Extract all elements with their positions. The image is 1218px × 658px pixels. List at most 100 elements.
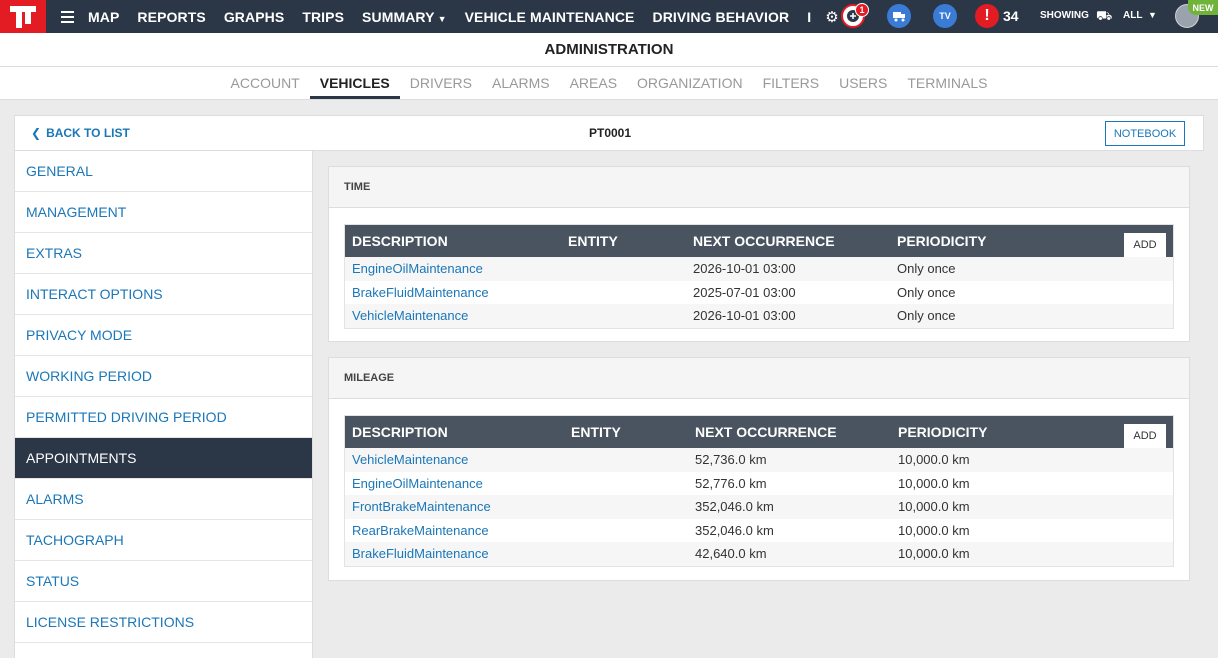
tab-organization[interactable]: ORGANIZATION (627, 67, 753, 99)
row-description[interactable]: EngineOilMaintenance (352, 261, 483, 276)
new-badge: NEW (1188, 0, 1218, 15)
showing-filter-value[interactable]: ALL (1123, 10, 1142, 21)
col-description: DESCRIPTION (352, 424, 448, 440)
row-periodicity: Only once (897, 284, 956, 300)
table-row[interactable]: BrakeFluidMaintenance 2025-07-01 03:00 O… (345, 281, 1173, 305)
top-navigation-bar: MAP REPORTS GRAPHS TRIPS SUMMARY ▼ VEHICL… (0, 0, 1218, 33)
tab-vehicles[interactable]: VEHICLES (309, 67, 400, 99)
row-periodicity: 10,000.0 km (898, 522, 970, 538)
nav-reports[interactable]: REPORTS (137, 9, 205, 25)
time-appointments-panel: TIME DESCRIPTION ENTITY NEXT OCCURRENCE … (328, 166, 1190, 342)
nav-trips[interactable]: TRIPS (302, 9, 344, 25)
col-entity: ENTITY (568, 233, 618, 249)
row-periodicity: 10,000.0 km (898, 475, 970, 491)
sidebar-item-license-restrictions[interactable]: LICENSE RESTRICTIONS (15, 602, 312, 643)
col-next-occurrence: NEXT OCCURRENCE (695, 424, 837, 440)
sidebar-item-permitted-driving-period[interactable]: PERMITTED DRIVING PERIOD (15, 397, 312, 438)
row-next-occurrence: 2026-10-01 03:00 (693, 308, 796, 323)
row-next-occurrence: 2026-10-01 03:00 (693, 261, 796, 276)
row-next-occurrence: 352,046.0 km (695, 522, 774, 538)
add-time-appointment-button[interactable]: ADD (1124, 233, 1166, 257)
page-title: ADMINISTRATION (0, 33, 1218, 67)
tab-areas[interactable]: AREAS (560, 67, 627, 99)
mileage-table-body: VehicleMaintenance 52,736.0 km 10,000.0 … (345, 448, 1173, 566)
row-next-occurrence: 52,736.0 km (695, 452, 767, 467)
nav-graphs[interactable]: GRAPHS (224, 9, 285, 25)
row-periodicity: Only once (897, 308, 956, 323)
tv-icon[interactable]: TV (933, 4, 957, 28)
sidebar-item-appointments[interactable]: APPOINTMENTS (15, 438, 312, 479)
sidebar-item-interact-options[interactable]: INTERACT OPTIONS (15, 274, 312, 315)
admin-tabs: ACCOUNT VEHICLES DRIVERS ALARMS AREAS OR… (0, 67, 1218, 100)
time-panel-title: TIME (329, 167, 1189, 208)
dispatch-truck-icon[interactable] (887, 4, 911, 28)
sidebar-item-working-period[interactable]: WORKING PERIOD (15, 356, 312, 397)
sidebar-item-status[interactable]: STATUS (15, 561, 312, 602)
tab-alarms[interactable]: ALARMS (482, 67, 560, 99)
settings-sidebar: GENERAL MANAGEMENT EXTRAS INTERACT OPTIO… (14, 151, 313, 658)
notebook-button[interactable]: NOTEBOOK (1105, 121, 1185, 146)
nav-summary-label: SUMMARY (362, 8, 435, 25)
sidebar-item-privacy-mode[interactable]: PRIVACY MODE (15, 315, 312, 356)
mileage-panel-title: MILEAGE (329, 358, 1189, 399)
sidebar-item-general[interactable]: GENERAL (15, 151, 312, 192)
table-row[interactable]: RearBrakeMaintenance 352,046.0 km 10,000… (345, 519, 1173, 543)
record-id: PT0001 (588, 126, 632, 140)
table-row[interactable]: VehicleMaintenance 2026-10-01 03:00 Only… (345, 304, 1173, 328)
tab-filters[interactable]: FILTERS (753, 67, 830, 99)
nav-vehicle-maintenance[interactable]: VEHICLE MAINTENANCE (465, 9, 635, 25)
row-next-occurrence: 42,640.0 km (695, 546, 767, 561)
row-description[interactable]: FrontBrakeMaintenance (352, 499, 491, 514)
table-row[interactable]: BrakeFluidMaintenance 42,640.0 km 10,000… (345, 542, 1173, 566)
nav-map[interactable]: MAP (88, 9, 119, 25)
alert-icon[interactable]: ! (975, 4, 999, 28)
app-logo[interactable] (0, 0, 46, 33)
row-periodicity: 10,000.0 km (898, 499, 970, 514)
col-next-occurrence: NEXT OCCURRENCE (693, 233, 835, 249)
row-description[interactable]: EngineOilMaintenance (352, 476, 483, 491)
hamburger-menu-icon[interactable] (46, 0, 88, 33)
col-entity: ENTITY (571, 424, 621, 440)
chevron-down-icon: ▼ (437, 13, 447, 24)
nav-summary[interactable]: SUMMARY ▼ (362, 9, 447, 25)
table-row[interactable]: VehicleMaintenance 52,736.0 km 10,000.0 … (345, 448, 1173, 472)
col-periodicity: PERIODICITY (897, 233, 987, 249)
table-row[interactable]: EngineOilMaintenance 2026-10-01 03:00 On… (345, 257, 1173, 281)
col-description: DESCRIPTION (352, 233, 448, 249)
sidebar-item-tachograph[interactable]: TACHOGRAPH (15, 520, 312, 561)
row-description[interactable]: RearBrakeMaintenance (352, 523, 489, 538)
sidebar-item-extras[interactable]: EXTRAS (15, 233, 312, 274)
sidebar-item-alarms[interactable]: ALARMS (15, 479, 312, 520)
record-header: ❮ BACK TO LIST PT0001 NOTEBOOK (14, 115, 1204, 151)
row-description[interactable]: BrakeFluidMaintenance (352, 546, 489, 561)
sidebar-item-management[interactable]: MANAGEMENT (15, 192, 312, 233)
tab-users[interactable]: USERS (829, 67, 897, 99)
showing-label: SHOWING (1040, 10, 1089, 21)
row-description[interactable]: VehicleMaintenance (352, 452, 468, 467)
row-periodicity: 10,000.0 km (898, 452, 970, 467)
row-periodicity: Only once (897, 261, 956, 276)
tab-account[interactable]: ACCOUNT (221, 67, 310, 99)
tab-drivers[interactable]: DRIVERS (400, 67, 482, 99)
nav-overflow[interactable]: I (807, 9, 811, 25)
row-description[interactable]: VehicleMaintenance (352, 308, 468, 323)
alert-count[interactable]: 34 (1003, 8, 1019, 24)
main-nav: MAP REPORTS GRAPHS TRIPS SUMMARY ▼ VEHICL… (88, 0, 839, 33)
tv-label: TV (939, 11, 951, 21)
messages-badge: 1 (855, 3, 869, 17)
table-row[interactable]: EngineOilMaintenance 52,776.0 km 10,000.… (345, 472, 1173, 496)
col-periodicity: PERIODICITY (898, 424, 988, 440)
messages-icon[interactable]: 1 (841, 3, 869, 28)
row-periodicity: 10,000.0 km (898, 546, 970, 561)
nav-driving-behavior[interactable]: DRIVING BEHAVIOR (653, 9, 790, 25)
row-description[interactable]: BrakeFluidMaintenance (352, 285, 489, 300)
tab-terminals[interactable]: TERMINALS (897, 67, 997, 99)
add-mileage-appointment-button[interactable]: ADD (1124, 424, 1166, 448)
row-next-occurrence: 2025-07-01 03:00 (693, 284, 796, 300)
logo-icon (10, 5, 36, 28)
time-table-header: DESCRIPTION ENTITY NEXT OCCURRENCE PERIO… (345, 225, 1173, 257)
truck-icon: ⛟ (1096, 8, 1113, 23)
chevron-down-icon[interactable]: ▼ (1148, 10, 1157, 20)
table-row[interactable]: FrontBrakeMaintenance 352,046.0 km 10,00… (345, 495, 1173, 519)
gear-icon[interactable]: ⚙ (825, 8, 838, 26)
